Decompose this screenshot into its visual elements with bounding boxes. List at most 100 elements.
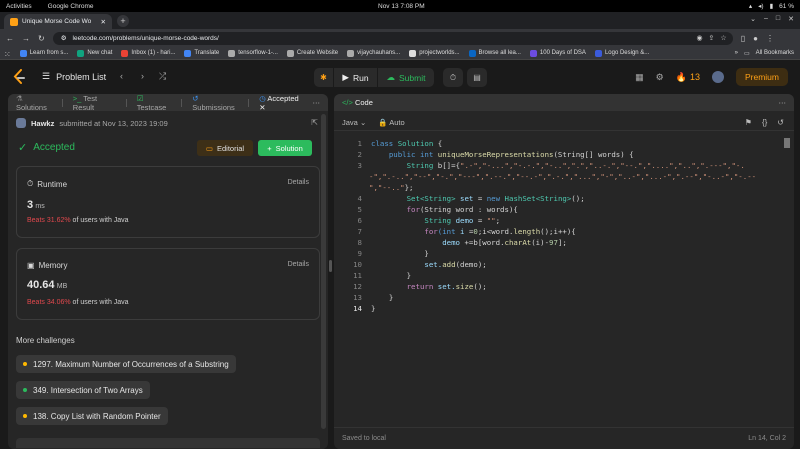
memory-beats-pct: Beats 34.06%	[27, 299, 71, 306]
solution-button[interactable]: + Solution	[258, 140, 312, 156]
runtime-card[interactable]: ⏱ Runtime Details 3 ms Beats 31.62% of us…	[16, 166, 320, 238]
code-token: (String[] words) {	[553, 150, 634, 159]
overflow-chevron-icon[interactable]: »	[735, 50, 738, 56]
share-icon[interactable]: ⇱	[311, 118, 318, 127]
bookmark-item[interactable]: Create Website	[286, 49, 339, 57]
close-window-icon[interactable]: ✕	[788, 15, 794, 23]
bookmark-favicon-icon	[77, 49, 85, 57]
bookmark-item[interactable]: projectworlds...	[409, 49, 460, 57]
line-number: 11	[353, 271, 362, 280]
layout-icon[interactable]: ▦	[635, 72, 644, 83]
language-select[interactable]: Java ⌄	[342, 118, 366, 127]
leetcode-logo-icon[interactable]	[12, 69, 26, 85]
bookmark-label: Create Website	[296, 50, 339, 56]
new-tab-button[interactable]: +	[117, 15, 129, 27]
bookmark-item[interactable]: Inbox (1) - hari...	[121, 49, 175, 57]
next-problem-icon[interactable]: ›	[141, 71, 144, 81]
runtime-beats-pct: Beats 31.62%	[27, 217, 71, 224]
problem-list-button[interactable]: ☰ Problem List	[42, 71, 106, 82]
submit-button[interactable]: ☁ Submit	[378, 68, 434, 87]
reset-icon[interactable]: ↺	[777, 118, 784, 127]
memory-card[interactable]: ▣ Memory Details 40.64 MB Beats 34.06% of…	[16, 248, 320, 320]
settings-gear-icon[interactable]: ⚙	[656, 72, 664, 83]
notes-icon[interactable]: ▤	[467, 68, 487, 87]
network-icon: ▴	[748, 3, 753, 10]
line-number: 8	[357, 238, 362, 247]
user-avatar[interactable]	[16, 118, 26, 128]
bookmark-item[interactable]: vijaychauhans...	[347, 49, 400, 57]
code-token: (int	[437, 227, 456, 236]
runtime-details-link[interactable]: Details	[288, 179, 309, 186]
code-token: b[]={	[437, 161, 461, 170]
run-button[interactable]: ▶ Run	[334, 68, 378, 87]
forward-icon[interactable]: →	[22, 34, 30, 43]
maximize-icon[interactable]: □	[776, 15, 780, 23]
bookmark-item[interactable]: Logo Design &...	[594, 49, 650, 57]
bookmark-label: Logo Design &...	[604, 50, 650, 56]
bookmark-item[interactable]: 100 Days of DSA	[529, 49, 586, 57]
shuffle-icon[interactable]: ⤮	[159, 71, 166, 82]
challenge-title: 138. Copy List with Random Pointer	[33, 411, 161, 421]
reload-icon[interactable]: ↻	[38, 34, 45, 43]
chrome-menu-icon[interactable]: ⋮	[766, 34, 774, 43]
tab-accepted[interactable]: ◷ Accepted ✕	[259, 94, 302, 112]
memory-details-link[interactable]: Details	[288, 261, 309, 268]
challenge-item[interactable]: 138. Copy List with Random Pointer	[16, 407, 168, 425]
tab-test-result[interactable]: >_ Test Result	[73, 94, 116, 112]
profile-icon[interactable]: ●	[753, 34, 758, 43]
runtime-beats-suffix: of users with Java	[72, 217, 129, 224]
battery-level: 61 %	[779, 2, 794, 10]
share-icon[interactable]: ⇪	[709, 34, 715, 42]
bookmark-icon[interactable]: ⚑	[745, 118, 752, 127]
close-tab-icon[interactable]: ✕	[101, 18, 106, 26]
bookmark-item[interactable]: Learn from s...	[19, 49, 68, 57]
premium-button[interactable]: Premium	[735, 68, 788, 86]
bookmark-star-icon[interactable]: ☆	[720, 34, 726, 42]
challenge-item[interactable]: 1297. Maximum Number of Occurrences of a…	[16, 355, 236, 373]
code-tab[interactable]: </> Code	[342, 98, 373, 107]
line-number: 9	[357, 249, 362, 258]
panel-resize-handle[interactable]	[329, 260, 332, 272]
bookmark-item[interactable]: Browse all lea...	[468, 49, 521, 57]
code-token: uniqueMorseRepresentations	[437, 150, 554, 159]
sidepanel-icon[interactable]: ▯	[741, 34, 745, 43]
browser-tab[interactable]: Unique Morse Code Wo ✕	[4, 14, 112, 29]
bookmark-item[interactable]: tensorflow-1-...	[228, 49, 278, 57]
memory-number: 40.64	[27, 279, 55, 291]
tab-search-icon[interactable]: ⌄	[750, 15, 756, 23]
challenge-item[interactable]: 349. Intersection of Two Arrays	[16, 381, 150, 399]
system-tray[interactable]: ▴ ◂) ▮ 61 %	[748, 2, 794, 11]
site-info-icon[interactable]: ⚙	[61, 34, 67, 42]
system-clock[interactable]: Nov 13 7:08 PM	[378, 3, 425, 10]
code-line: class Solution {	[371, 139, 442, 148]
bookmark-item[interactable]: Translate	[184, 49, 219, 57]
all-bookmarks-button[interactable]: » ▭ All Bookmarks	[735, 50, 794, 57]
bookmark-item[interactable]: New chat	[77, 49, 112, 57]
activities-button[interactable]: Activities	[6, 3, 32, 10]
tab-solutions[interactable]: ⚗ Solutions	[16, 94, 52, 112]
editorial-button[interactable]: ▭ Editorial	[197, 140, 253, 156]
format-braces-icon[interactable]: {}	[762, 118, 767, 127]
tab-submissions[interactable]: ↺ Submissions	[192, 94, 238, 112]
code-scrollbar[interactable]	[784, 138, 790, 148]
bookmark-label: projectworlds...	[419, 50, 460, 56]
prev-problem-icon[interactable]: ‹	[120, 71, 123, 81]
address-bar[interactable]: ⚙ leetcode.com/problems/unique-morse-cod…	[52, 31, 733, 45]
more-options-icon[interactable]: ⋯	[313, 98, 321, 107]
debug-icon[interactable]: ✱	[314, 68, 334, 87]
more-options-icon[interactable]: ⋯	[779, 98, 787, 107]
username[interactable]: Hawkz	[31, 119, 54, 128]
apps-grid-icon[interactable]: ⁙	[4, 50, 11, 59]
google-lens-icon[interactable]: ◉	[696, 34, 702, 42]
close-tab-icon[interactable]: ✕	[259, 103, 265, 112]
user-avatar[interactable]	[711, 71, 724, 83]
timer-icon[interactable]: ⏱	[443, 68, 463, 87]
autocomplete-toggle[interactable]: 🔒 Auto	[378, 118, 404, 127]
left-panel-scrollbar[interactable]	[321, 114, 326, 429]
auto-label: Auto	[389, 118, 405, 127]
minimize-icon[interactable]: –	[764, 15, 768, 23]
tab-testcase[interactable]: ☑ Testcase	[137, 94, 172, 112]
leetcode-navbar: ☰ Problem List ‹ › ⤮ ✱ ▶ Run ☁ Submit ⏱ ▤ …	[0, 60, 800, 94]
back-icon[interactable]: ←	[6, 34, 14, 43]
streak-counter[interactable]: 🔥 13	[676, 72, 700, 83]
